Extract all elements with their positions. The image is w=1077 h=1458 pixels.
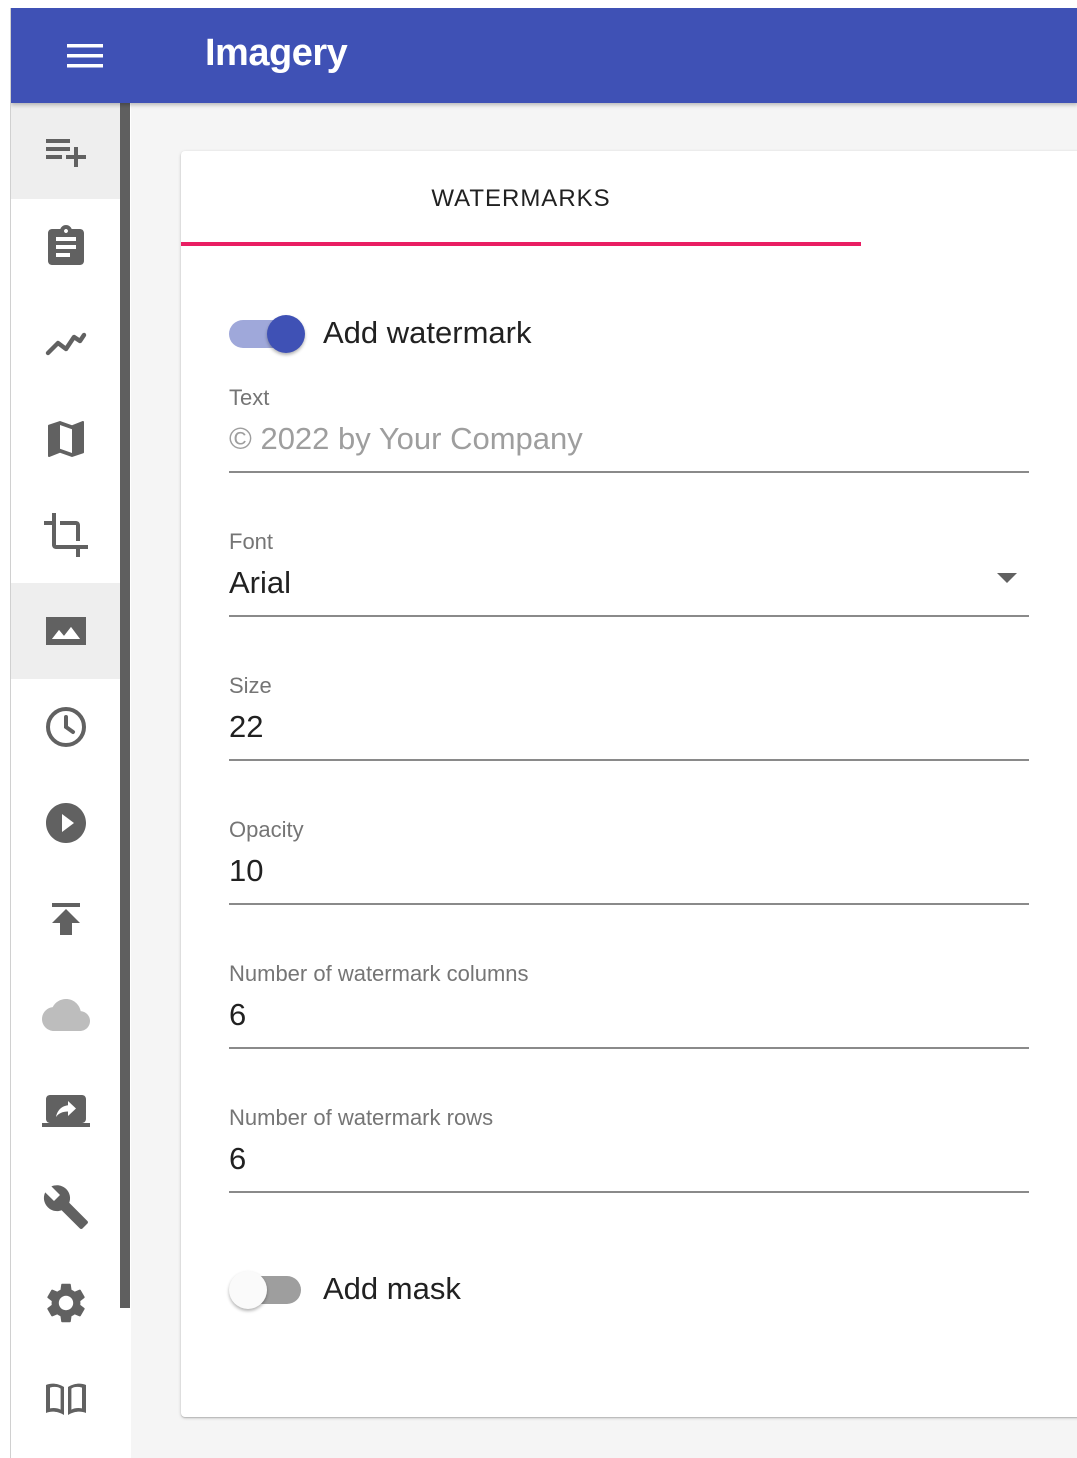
opacity-field-label: Opacity xyxy=(229,817,304,842)
sidebar-item-cloud[interactable] xyxy=(11,967,120,1063)
sidebar-item-settings[interactable] xyxy=(11,1255,120,1351)
opacity-input[interactable] xyxy=(229,847,1029,895)
cloud-icon xyxy=(41,999,90,1031)
tab-watermarks[interactable]: WATERMARKS xyxy=(181,151,861,247)
font-select-value[interactable]: Arial xyxy=(229,565,291,601)
rows-field: Number of watermark rows xyxy=(229,1105,1029,1213)
sidebar-item-image[interactable] xyxy=(11,583,120,679)
upload-icon xyxy=(51,903,80,935)
add-watermark-label: Add watermark xyxy=(323,315,532,350)
hamburger-menu-icon xyxy=(67,44,103,68)
font-select[interactable]: Font Arial xyxy=(229,529,1029,637)
opacity-field-underline xyxy=(229,903,1029,905)
active-tab-indicator xyxy=(181,242,861,246)
sidebar-item-map[interactable] xyxy=(11,391,120,487)
font-select-label: Font xyxy=(229,529,274,554)
dropdown-arrow-icon[interactable] xyxy=(997,573,1017,583)
toggle-thumb xyxy=(229,1271,267,1309)
columns-field: Number of watermark columns xyxy=(229,961,1029,1069)
size-field-label: Size xyxy=(229,673,272,698)
opacity-field: Opacity xyxy=(229,817,1029,925)
columns-input[interactable] xyxy=(229,991,1029,1039)
sidebar-item-play[interactable] xyxy=(11,775,120,871)
text-field-underline xyxy=(229,471,1029,473)
add-watermark-toggle[interactable] xyxy=(229,311,305,357)
app-window: Imagery WATERMARKS Add watermark Text © … xyxy=(10,8,1077,1458)
text-field-label: Text xyxy=(229,385,270,410)
sidebar-item-share[interactable] xyxy=(11,1063,120,1159)
gear-icon xyxy=(46,1283,85,1323)
wrench-icon xyxy=(43,1185,88,1229)
trend-line-icon xyxy=(45,332,86,356)
sidebar-item-tools[interactable] xyxy=(11,1159,120,1255)
sidebar-item-publish[interactable] xyxy=(11,871,120,967)
sidebar-item-assignment[interactable] xyxy=(11,199,120,295)
sidebar-scrollbar-thumb[interactable] xyxy=(120,103,130,1308)
size-field-underline xyxy=(229,759,1029,761)
size-input[interactable] xyxy=(229,703,1029,751)
rows-field-underline xyxy=(229,1191,1029,1193)
columns-field-label: Number of watermark columns xyxy=(229,961,529,986)
screen-share-icon xyxy=(41,1095,90,1127)
clipboard-icon xyxy=(47,225,84,265)
sidebar-item-crop[interactable] xyxy=(11,487,120,583)
menu-button[interactable] xyxy=(59,36,111,76)
columns-field-underline xyxy=(229,1047,1029,1049)
book-icon xyxy=(45,1383,86,1415)
text-field: Text xyxy=(229,385,1029,493)
watermark-settings-card: WATERMARKS Add watermark Text Font Arial… xyxy=(181,151,1077,1417)
size-field: Size xyxy=(229,673,1029,781)
sidebar-item-queue[interactable] xyxy=(11,103,120,199)
app-title: Imagery xyxy=(205,32,348,74)
font-select-underline xyxy=(229,615,1029,617)
add-mask-toggle[interactable] xyxy=(229,1267,301,1313)
sidebar-nav xyxy=(11,103,131,1458)
sidebar-item-docs[interactable] xyxy=(11,1351,120,1447)
toggle-thumb xyxy=(267,315,305,353)
sidebar-item-schedule[interactable] xyxy=(11,679,120,775)
image-icon xyxy=(45,617,86,645)
playlist-add-icon xyxy=(45,139,86,167)
sidebar-scrollbar-track[interactable] xyxy=(120,1308,130,1458)
sidebar-item-trends[interactable] xyxy=(11,295,120,391)
app-bar: Imagery xyxy=(11,8,1077,103)
crop-icon xyxy=(43,513,88,557)
text-input[interactable] xyxy=(229,415,1029,463)
rows-field-label: Number of watermark rows xyxy=(229,1105,494,1130)
play-circle-icon xyxy=(45,803,86,843)
rows-input[interactable] xyxy=(229,1135,1029,1183)
clock-icon xyxy=(45,707,86,747)
map-icon xyxy=(47,421,84,457)
add-mask-label: Add mask xyxy=(323,1271,461,1306)
